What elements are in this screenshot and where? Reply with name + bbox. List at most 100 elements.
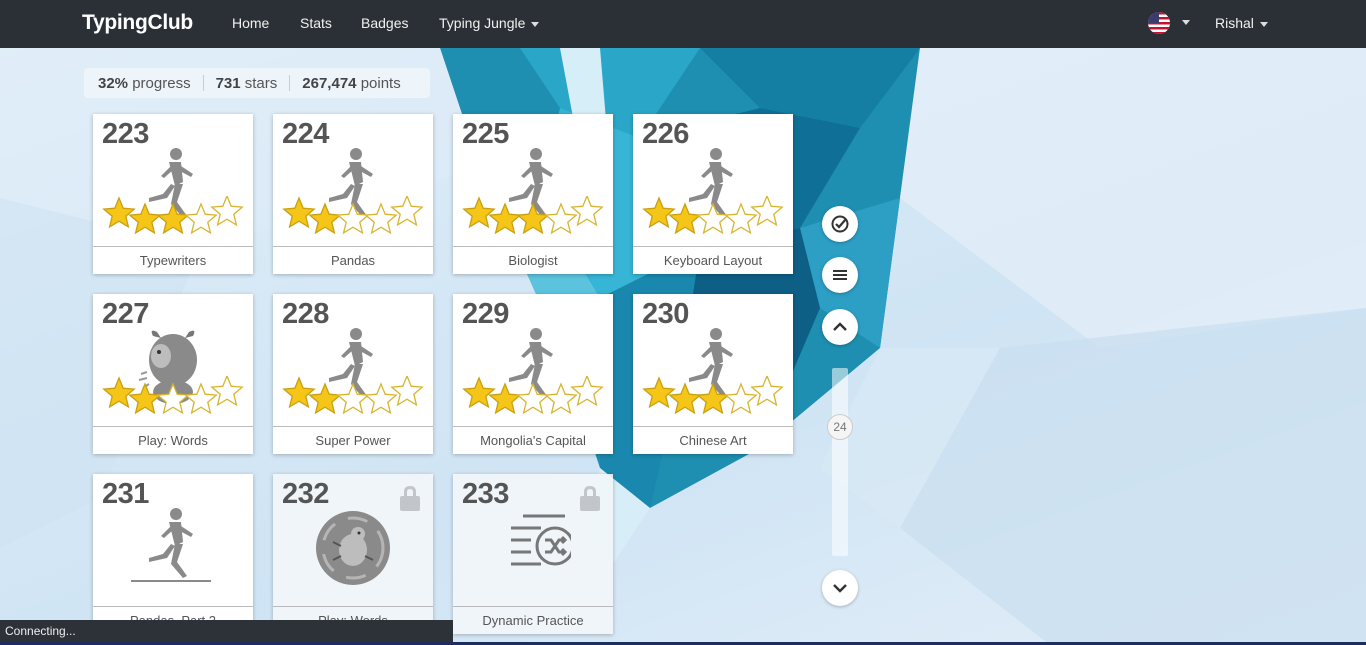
lesson-card[interactable]: 225 Biologist [453, 114, 613, 274]
lesson-card[interactable]: 228 Super Power [273, 294, 433, 454]
star-icon [696, 382, 730, 415]
star-icon [724, 202, 758, 235]
star-icon [156, 202, 190, 235]
completed-lessons-button[interactable] [822, 206, 858, 242]
brand-logo[interactable]: TypingClub [82, 11, 193, 35]
lock-icon [578, 484, 602, 512]
star-icon [364, 382, 398, 415]
nav-badges[interactable]: Badges [361, 15, 408, 31]
menu-icon [833, 270, 847, 280]
star-icon [390, 194, 424, 227]
star-icon [210, 374, 244, 407]
star-icon [516, 382, 550, 415]
lesson-title: Mongolia's Capital [453, 426, 613, 454]
bug-game-icon [311, 506, 391, 586]
nav-typing-jungle-label: Typing Jungle [439, 15, 526, 31]
lesson-card[interactable]: 223 Typewriters [93, 114, 253, 274]
star-icon [570, 194, 604, 227]
lesson-title: Typewriters [93, 246, 253, 274]
star-icon [570, 374, 604, 407]
points-count: 267,474 [302, 74, 357, 92]
user-menu[interactable]: Rishal [1215, 15, 1268, 31]
nav-stats[interactable]: Stats [300, 15, 332, 31]
lesson-title: Play: Words [93, 426, 253, 454]
star-icon [668, 382, 702, 415]
star-icon [210, 194, 244, 227]
star-icon [516, 202, 550, 235]
us-flag-icon[interactable] [1148, 12, 1170, 34]
stars-count: 731 [215, 74, 241, 92]
lesson-card[interactable]: 229 Mongolia's Capital [453, 294, 613, 454]
scroll-down-button[interactable] [822, 570, 858, 606]
chevron-down-icon [833, 584, 847, 593]
lesson-card[interactable]: 230 Chinese Art [633, 294, 793, 454]
star-icon [544, 202, 578, 235]
star-icon [308, 202, 342, 235]
lesson-title: Pandas [273, 246, 433, 274]
divider [289, 75, 291, 91]
lesson-title: Chinese Art [633, 426, 793, 454]
star-icon [282, 196, 316, 229]
star-icon [462, 376, 496, 409]
star-icon [128, 202, 162, 235]
progress-percent: 32% [98, 74, 129, 92]
lesson-card[interactable]: 227 Play: Words [93, 294, 253, 454]
star-rating [101, 374, 246, 416]
chevron-down-icon [1259, 21, 1268, 27]
star-icon [282, 376, 316, 409]
shuffle-practice-icon [491, 506, 575, 586]
top-navbar: TypingClub Home Stats Badges Typing Jung… [0, 0, 1366, 48]
lesson-card[interactable]: 224 Pandas [273, 114, 433, 274]
nav-home[interactable]: Home [232, 15, 269, 31]
star-icon [184, 202, 218, 235]
nav-typing-jungle[interactable]: Typing Jungle [439, 15, 540, 31]
star-icon [642, 196, 676, 229]
lesson-card[interactable]: 231 Pandas, Part 2 [93, 474, 253, 634]
star-rating [641, 194, 786, 236]
scroll-thumb[interactable]: 24 [827, 414, 853, 440]
star-icon [544, 382, 578, 415]
stars-label: stars [244, 74, 278, 92]
scroll-track[interactable] [832, 368, 848, 556]
star-rating [461, 194, 606, 236]
scroll-up-button[interactable] [822, 309, 858, 345]
check-icon [831, 215, 849, 233]
star-icon [642, 376, 676, 409]
status-bar: Connecting... [0, 620, 453, 642]
chevron-up-icon [833, 322, 847, 331]
chevron-down-icon [531, 21, 540, 27]
lesson-title: Dynamic Practice [453, 606, 613, 634]
star-icon [102, 196, 136, 229]
lesson-title: Biologist [453, 246, 613, 274]
lesson-title: Keyboard Layout [633, 246, 793, 274]
star-icon [336, 202, 370, 235]
lesson-card[interactable]: 233 Dynamic Practice [453, 474, 613, 634]
star-rating [281, 374, 426, 416]
lesson-card[interactable]: 226 Keyboard Layout [633, 114, 793, 274]
star-icon [184, 382, 218, 415]
lesson-title: Super Power [273, 426, 433, 454]
menu-button[interactable] [822, 257, 858, 293]
star-icon [102, 376, 136, 409]
progress-summary: 32% progress 731 stars 267,474 points [84, 68, 430, 98]
star-icon [156, 382, 190, 415]
progress-label: progress [132, 74, 191, 92]
star-icon [668, 202, 702, 235]
runner-icon [129, 506, 215, 586]
star-icon [750, 374, 784, 407]
star-icon [308, 382, 342, 415]
star-icon [724, 382, 758, 415]
points-label: points [360, 74, 401, 92]
lock-icon [398, 484, 422, 512]
star-icon [390, 374, 424, 407]
star-icon [336, 382, 370, 415]
lesson-card[interactable]: 232 Play: Words [273, 474, 433, 634]
star-rating [461, 374, 606, 416]
star-icon [488, 202, 522, 235]
language-chevron-down-icon[interactable] [1182, 20, 1190, 25]
star-icon [462, 196, 496, 229]
star-rating [281, 194, 426, 236]
divider [202, 75, 204, 91]
star-icon [750, 194, 784, 227]
star-icon [488, 382, 522, 415]
